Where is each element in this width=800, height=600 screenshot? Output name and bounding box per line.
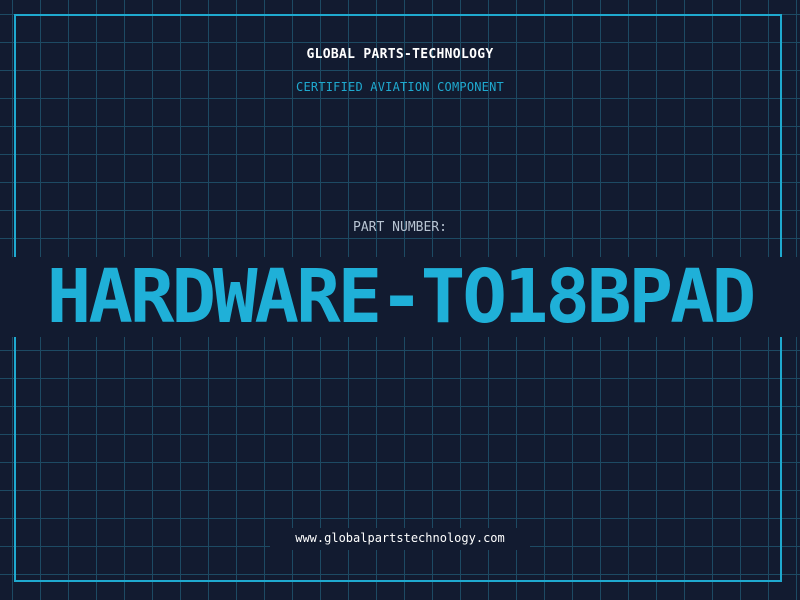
part-number-label: PART NUMBER: [353,220,447,235]
company-name: GLOBAL PARTS-TECHNOLOGY [306,47,494,62]
part-card: GLOBAL PARTS-TECHNOLOGY CERTIFIED AVIATI… [0,0,800,600]
website-url: www.globalpartstechnology.com [295,531,505,545]
part-number-value: HARDWARE-TO18BPAD [46,254,756,340]
certification-tagline: CERTIFIED AVIATION COMPONENT [296,80,504,94]
